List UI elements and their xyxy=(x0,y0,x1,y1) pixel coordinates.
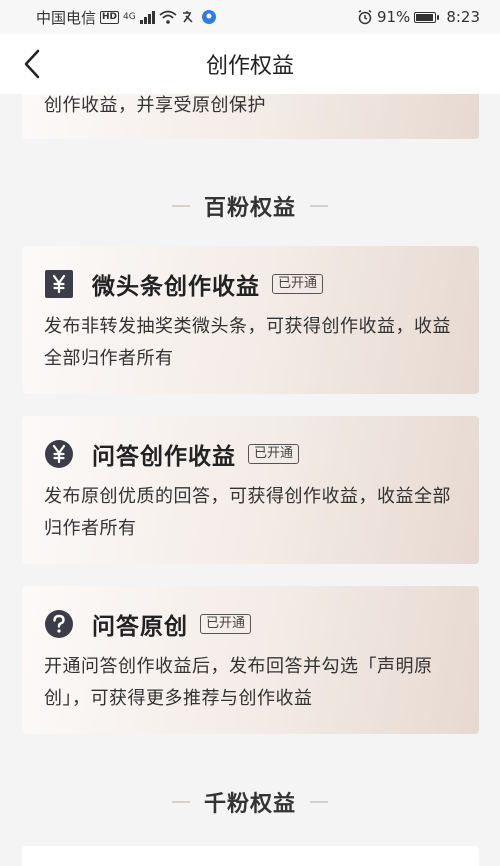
next-card-partial xyxy=(22,846,479,866)
chevron-left-icon xyxy=(24,49,40,79)
signal-icon xyxy=(139,10,155,24)
section-title-qianfen: 千粉权益 xyxy=(203,792,296,817)
hd-badge: HD xyxy=(100,10,120,24)
section-header-baifen: 百粉权益 xyxy=(0,190,500,222)
benefit-card-wenda-income[interactable]: 问答创作收益 已开通 发布原创优质的回答，可获得创作收益，收益全部归作者所有 xyxy=(22,416,479,564)
divider-left xyxy=(171,205,190,207)
wifi-icon xyxy=(159,10,177,24)
benefit-title: 问答创作收益 xyxy=(92,444,236,470)
divider-right xyxy=(310,205,328,207)
yen-square-icon xyxy=(45,270,73,298)
benefit-title: 问答原创 xyxy=(92,614,188,640)
benefit-desc: 发布原创优质的回答，可获得创作收益，收益全部归作者所有 xyxy=(44,486,451,539)
benefit-title-row: 微头条创作收益 已开通 xyxy=(44,267,457,301)
battery-percent: 91% xyxy=(376,8,411,26)
yen-circle-icon xyxy=(45,440,73,468)
alarm-icon xyxy=(358,9,372,25)
back-button[interactable] xyxy=(14,44,50,84)
question-circle-icon xyxy=(45,610,73,638)
benefit-card-wenda-original[interactable]: 问答原创 已开通 开通问答创作收益后，发布回答并勾选「声明原创」，可获得更多推荐… xyxy=(22,586,479,734)
divider-left xyxy=(171,801,190,803)
status-left: 中国电信 HD 4G xyxy=(36,7,217,28)
section-header-qianfen: 千粉权益 xyxy=(0,786,500,818)
benefit-title-row: 问答原创 已开通 xyxy=(44,607,457,641)
battery-icon xyxy=(414,11,440,23)
benefit-title: 微头条创作收益 xyxy=(92,274,260,300)
divider-right xyxy=(310,801,328,803)
clock: 8:23 xyxy=(446,8,480,26)
benefit-card-weitoutiao[interactable]: 微头条创作收益 已开通 发布非转发抽奖类微头条，可获得创作收益，收益全部归作者所… xyxy=(22,246,479,394)
carrier-label: 中国电信 xyxy=(36,8,97,27)
location-icon xyxy=(201,10,216,24)
status-bar: 中国电信 HD 4G 91% 8:23 xyxy=(0,0,500,34)
status-right: 91% 8:23 xyxy=(357,8,480,26)
page-title: 创作权益 xyxy=(205,54,294,79)
benefit-desc: 开通问答创作收益后，发布回答并勾选「声明原创」，可获得更多推荐与创作收益 xyxy=(44,656,433,709)
top-card-partial: 创作收益，并享受原创保护 xyxy=(22,94,479,139)
translate-icon xyxy=(182,11,193,23)
network-type: 4G xyxy=(123,12,136,22)
top-card-desc: 创作收益，并享受原创保护 xyxy=(44,95,266,116)
benefits-scroll-area[interactable]: 创作收益，并享受原创保护 百粉权益 微头条创作收益 已开通 发布非转发抽奖类微头… xyxy=(0,94,500,866)
section-title-baifen: 百粉权益 xyxy=(203,196,296,221)
status-badge: 已开通 xyxy=(200,614,252,634)
nav-bar: 创作权益 xyxy=(0,34,500,94)
benefit-desc: 发布非转发抽奖类微头条，可获得创作收益，收益全部归作者所有 xyxy=(44,316,451,369)
status-badge: 已开通 xyxy=(248,444,300,464)
status-badge: 已开通 xyxy=(272,274,324,294)
benefit-title-row: 问答创作收益 已开通 xyxy=(44,437,457,471)
